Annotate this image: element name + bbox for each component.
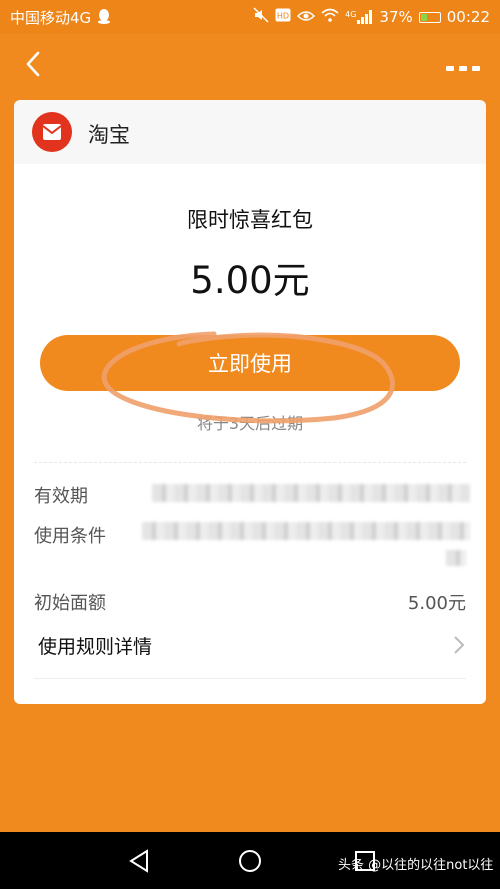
- carrier-label: 中国移动4G: [10, 8, 92, 27]
- signal-icon: 4G: [345, 10, 373, 24]
- home-circle-icon[interactable]: [235, 846, 265, 876]
- shop-name: 淘宝: [88, 123, 130, 147]
- use-now-button[interactable]: 立即使用: [40, 335, 460, 391]
- clock: 00:22: [446, 8, 490, 26]
- eye-icon: [297, 8, 316, 26]
- redacted-condition: [142, 522, 470, 540]
- redacted-valid-period: [152, 484, 470, 502]
- status-bar: 中国移动4G HD 4G 37% 00:22: [0, 0, 500, 34]
- top-nav: [0, 34, 500, 100]
- qq-icon: [97, 8, 111, 27]
- face-value-label: 初始面额: [34, 593, 106, 614]
- coupon-card: 限时惊喜红包 5.00元 立即使用 将于3天后过期 有效期 使用条件 初始面额 …: [14, 164, 486, 704]
- coupon-title: 限时惊喜红包: [187, 208, 313, 232]
- chevron-left-icon[interactable]: [18, 48, 50, 80]
- watermark: 头条 @以往的以往not以往: [338, 858, 494, 873]
- taobao-logo-icon: [32, 112, 72, 152]
- rules-detail-label: 使用规则详情: [38, 636, 153, 658]
- redacted-condition-tail: [446, 550, 466, 566]
- valid-period-label: 有效期: [34, 486, 88, 507]
- more-dots-icon[interactable]: [446, 60, 480, 72]
- expire-note: 将于3天后过期: [196, 414, 304, 433]
- battery-icon: [418, 11, 441, 23]
- coupon-amount: 5.00元: [190, 259, 310, 302]
- back-triangle-icon[interactable]: [125, 846, 155, 876]
- mute-icon: [253, 7, 269, 27]
- system-nav-bar: 头条 @以往的以往not以往: [0, 832, 500, 889]
- face-value: 5.00元: [407, 593, 466, 614]
- wifi-icon: [321, 8, 339, 26]
- svg-text:HD: HD: [277, 12, 289, 21]
- condition-label: 使用条件: [34, 526, 106, 547]
- divider: [34, 678, 466, 679]
- hd-icon: HD: [275, 8, 291, 26]
- divider: [34, 462, 466, 463]
- shop-header: 淘宝: [14, 100, 486, 164]
- chevron-right-icon: [452, 634, 466, 656]
- battery-percent: 37%: [379, 8, 413, 26]
- rules-detail-row[interactable]: 使用规则详情: [34, 624, 466, 666]
